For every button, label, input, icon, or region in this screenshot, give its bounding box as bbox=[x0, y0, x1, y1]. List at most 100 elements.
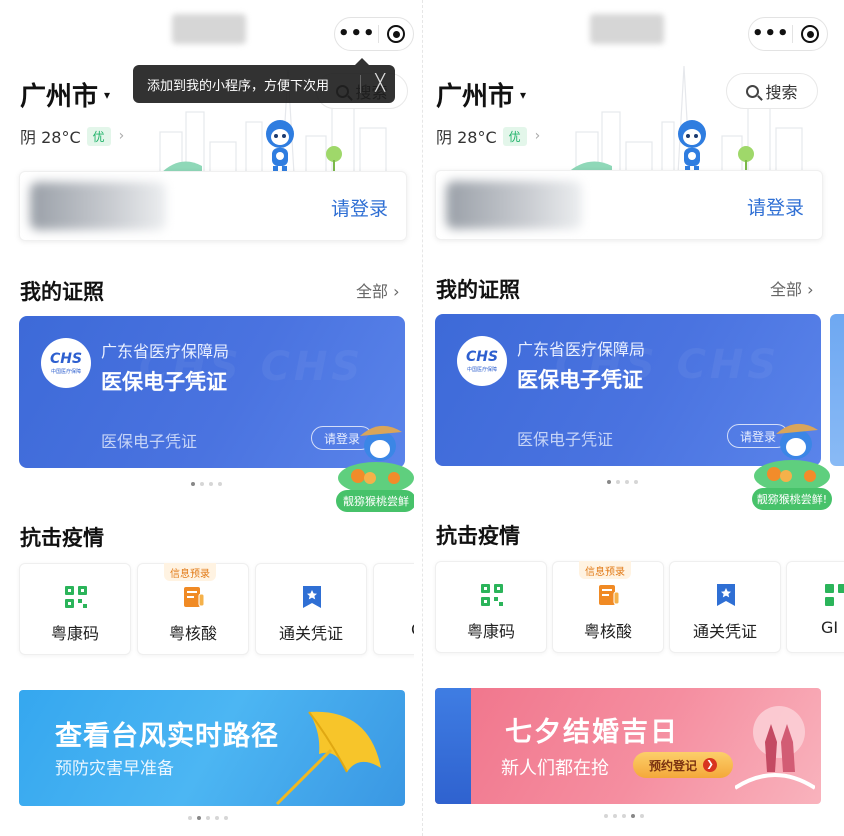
tile-label: 通关凭证 bbox=[692, 622, 757, 641]
chs-logo-mark: CHS bbox=[49, 350, 83, 367]
search-icon bbox=[746, 84, 760, 98]
card-carousel-dots bbox=[191, 482, 222, 486]
tile-health-code[interactable]: 粤康码 bbox=[435, 561, 547, 653]
chs-logo-mark: CHS bbox=[465, 348, 499, 365]
mascot-icon bbox=[678, 120, 706, 173]
screenshot-divider bbox=[422, 0, 423, 836]
kiwi-promo-tag: 靓猕猴桃尝鲜 bbox=[336, 490, 414, 512]
banner-subtitle: 预防灾害早准备 bbox=[55, 759, 174, 779]
tile-label: 通关凭证 bbox=[278, 624, 343, 643]
tile-partial[interactable]: G bbox=[373, 563, 414, 655]
tile-customs-pass[interactable]: 通关凭证 bbox=[669, 561, 781, 653]
login-card: 请登录 bbox=[19, 171, 407, 241]
tile-customs-pass[interactable]: 通关凭证 bbox=[255, 563, 367, 655]
chs-logo-subtitle: 中国医疗保障 bbox=[50, 368, 81, 375]
close-icon[interactable]: ╳ bbox=[375, 73, 385, 93]
card-carousel-dots bbox=[607, 480, 638, 484]
tile-health-code[interactable]: 粤康码 bbox=[19, 563, 131, 655]
banner-subtitle: 新人们都在抢 bbox=[501, 758, 609, 779]
couple-bridge-illustration bbox=[735, 706, 815, 790]
city-selector[interactable]: 广州市 ▾ bbox=[436, 76, 526, 113]
air-quality-badge: 优 bbox=[86, 126, 111, 146]
tooltip-arrow bbox=[355, 58, 369, 65]
target-icon bbox=[801, 25, 820, 43]
login-card: 请登录 bbox=[435, 170, 823, 240]
card-issuer: 广东省医疗保障局 bbox=[101, 342, 230, 361]
kiwi-promo-float[interactable]: 靓猕猴桃尝鲜 bbox=[336, 418, 414, 512]
certificates-title: 我的证照 bbox=[20, 280, 104, 304]
book-registration-button[interactable]: 预约登记 ❯ bbox=[633, 752, 733, 778]
mascot-icon bbox=[266, 120, 294, 173]
chevron-right-icon: › bbox=[534, 128, 541, 144]
tile-partial[interactable]: GI bbox=[786, 561, 844, 653]
more-options-button[interactable]: ••• bbox=[335, 17, 378, 51]
card-issuer: 广东省医疗保障局 bbox=[517, 340, 646, 359]
mascot-fruit-icon bbox=[338, 425, 414, 494]
qr-code-icon bbox=[481, 584, 503, 606]
pass-badge-icon bbox=[303, 586, 321, 608]
tile-label: G bbox=[411, 620, 414, 639]
tile-nucleic-test[interactable]: 信息预录 粤核酸 bbox=[552, 561, 664, 653]
mini-program-capsule: ••• bbox=[748, 17, 828, 51]
epidemic-title: 抗击疫情 bbox=[20, 526, 104, 550]
city-name: 广州市 bbox=[436, 82, 515, 112]
card-label: 医保电子凭证 bbox=[517, 430, 614, 449]
previous-banner-peek bbox=[435, 688, 471, 804]
tooltip-text: 添加到我的小程序，方便下次用 bbox=[147, 78, 330, 94]
qr-code-icon bbox=[825, 584, 844, 606]
nav-title-blurred bbox=[590, 14, 664, 44]
search-label: 搜索 bbox=[765, 83, 798, 102]
typhoon-banner[interactable]: 查看台风实时路径 预防灾害早准备 bbox=[19, 690, 405, 806]
tile-nucleic-test[interactable]: 信息预录 粤核酸 bbox=[137, 563, 249, 655]
mini-program-capsule: ••• bbox=[334, 17, 414, 51]
banner-title: 查看台风实时路径 bbox=[55, 721, 279, 752]
banner-title: 七夕结婚吉日 bbox=[505, 717, 679, 748]
certificates-view-all[interactable]: 全部 › bbox=[356, 278, 400, 302]
tile-label: 粤康码 bbox=[50, 624, 99, 643]
air-quality-badge: 优 bbox=[502, 126, 527, 146]
weather-text: 阴 28°C bbox=[20, 128, 81, 147]
screen-right: ••• 广州市 ▾ 阴 28°C 优 › 搜索 请登录 我的证照 全部 › CH… bbox=[430, 0, 844, 836]
banner-carousel-dots bbox=[188, 816, 228, 820]
nucleic-test-icon bbox=[184, 587, 205, 607]
search-button[interactable]: 搜索 bbox=[726, 73, 818, 109]
card-label: 医保电子凭证 bbox=[101, 432, 198, 451]
weather-info[interactable]: 阴 28°C 优 › bbox=[20, 124, 124, 148]
kiwi-promo-float[interactable]: 靓猕猴桃尝鲜! bbox=[752, 416, 832, 510]
chs-logo-icon: CHS 中国医疗保障 bbox=[457, 336, 507, 386]
chevron-right-icon: › bbox=[118, 128, 125, 144]
weather-text: 阴 28°C bbox=[436, 128, 497, 147]
screen-left: ••• 广州市 ▾ 阴 28°C 优 › 搜索 bbox=[0, 0, 414, 836]
info-preentry-badge: 信息预录 bbox=[164, 563, 216, 581]
weather-info[interactable]: 阴 28°C 优 › bbox=[436, 124, 540, 148]
chs-logo-subtitle: 中国医疗保障 bbox=[466, 366, 497, 373]
card-name: 医保电子凭证 bbox=[517, 368, 643, 392]
target-icon bbox=[387, 25, 406, 43]
nucleic-test-icon bbox=[599, 585, 620, 605]
avatar-blurred bbox=[30, 182, 166, 230]
next-card-peek[interactable] bbox=[830, 314, 844, 466]
tile-label: GI bbox=[821, 618, 839, 637]
close-program-button[interactable] bbox=[379, 25, 413, 43]
card-name: 医保电子凭证 bbox=[101, 370, 227, 394]
umbrella-icon bbox=[275, 711, 381, 806]
close-program-button[interactable] bbox=[793, 25, 827, 43]
caret-down-icon: ▾ bbox=[520, 87, 527, 102]
tile-label: 粤康码 bbox=[466, 622, 515, 641]
more-options-button[interactable]: ••• bbox=[749, 17, 792, 51]
login-button[interactable]: 请登录 bbox=[331, 194, 388, 221]
add-to-my-programs-tooltip: 添加到我的小程序，方便下次用 ╳ bbox=[133, 58, 395, 103]
city-selector[interactable]: 广州市 ▾ bbox=[20, 76, 110, 113]
certificates-view-all[interactable]: 全部 › bbox=[770, 276, 814, 300]
banner-carousel-dots bbox=[604, 814, 644, 818]
tile-label: 粤核酸 bbox=[583, 622, 632, 641]
info-preentry-badge: 信息预录 bbox=[579, 561, 631, 579]
avatar-blurred bbox=[446, 181, 582, 229]
qixi-banner[interactable]: 七夕结婚吉日 新人们都在抢 预约登记 ❯ bbox=[435, 688, 821, 804]
login-button[interactable]: 请登录 bbox=[747, 193, 804, 220]
caret-down-icon: ▾ bbox=[104, 87, 111, 102]
qr-code-icon bbox=[65, 586, 87, 608]
arrow-right-icon: ❯ bbox=[703, 758, 717, 772]
epidemic-title: 抗击疫情 bbox=[436, 524, 520, 548]
nav-title-blurred bbox=[172, 14, 246, 44]
